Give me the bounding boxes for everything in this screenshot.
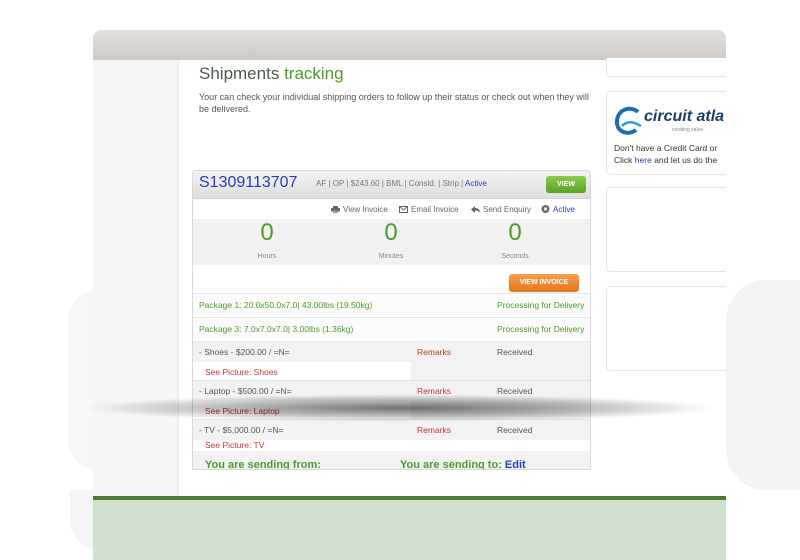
page-intro: Your can check your individual shipping … (199, 92, 589, 114)
sidebar-box-lower (606, 286, 726, 371)
status-active-label: Active (553, 205, 575, 214)
sidebar-box-top (606, 58, 726, 77)
minutes-label: Minutes (378, 253, 404, 260)
send-enquiry-link[interactable]: Send Enquiry (471, 205, 531, 214)
package-description: Package 3: 7.0x7.0x7.0| 3.00lbs (1.36kg) (199, 324, 354, 334)
countdown-timer: 0 Hours 0 Minutes 0 Seconds (193, 219, 590, 265)
seconds-label: Seconds (501, 253, 529, 260)
item-row: - Laptop - $500.00 / =N= Remarks Receive… (193, 380, 590, 401)
sending-to-label: You are sending to: (400, 459, 502, 470)
background-shape-right (726, 280, 800, 490)
item-description: - Laptop - $500.00 / =N= (199, 386, 292, 396)
promo-box: circuit atla creating value Don't have a… (606, 91, 726, 175)
envelope-icon (399, 206, 408, 213)
view-invoice-link[interactable]: View Invoice (331, 205, 388, 214)
item-description: - Shoes - $200.00 / =N= (199, 347, 290, 357)
promo-here-link[interactable]: here (635, 155, 652, 165)
see-picture-link[interactable]: See Picture: TV (205, 440, 264, 450)
page-title: Shipments tracking (199, 64, 344, 84)
package-row: Package 3: 7.0x7.0x7.0| 3.00lbs (1.36kg)… (193, 317, 590, 340)
circuit-logo-tagline: creating value (672, 127, 704, 133)
promo-click: Click (614, 155, 633, 165)
package-row: Package 1: 20.0x50.0x7.0| 43.00lbs (19.5… (193, 293, 590, 316)
countdown-hours: 0 Hours (207, 219, 327, 260)
sending-to: You are sending to: Edit (400, 459, 526, 470)
sending-row: You are sending from: You are sending to… (193, 451, 590, 470)
package-description: Package 1: 20.0x50.0x7.0| 43.00lbs (19.5… (199, 300, 373, 310)
countdown-seconds: 0 Seconds (455, 219, 575, 260)
credit-card-promo: Don't have a Credit Card or Click here a… (614, 142, 726, 166)
hours-value: 0 (260, 219, 274, 246)
package-status: Processing for Delivery (497, 324, 585, 334)
page-title-main: Shipments (199, 64, 280, 83)
item-picture-row: See Picture: Laptop (193, 401, 590, 420)
view-order-button[interactable]: VIEW (546, 176, 586, 193)
screenshot-stage: Shipments tracking Your can check your i… (0, 0, 800, 560)
shipment-header: S1309113707 AF | OP | $243.60 | BML | Co… (193, 171, 590, 199)
printer-icon (331, 206, 340, 213)
sending-from-label: You are sending from: (205, 459, 321, 470)
send-enquiry-label: Send Enquiry (483, 205, 532, 214)
page-title-accent: tracking (284, 64, 344, 83)
see-picture-link[interactable]: See Picture: Laptop (205, 406, 280, 416)
circuit-logo-icon (614, 106, 642, 135)
item-remarks-link[interactable]: Remarks (417, 386, 451, 396)
footer-area (93, 500, 726, 560)
item-status: Received (497, 347, 533, 357)
close-circle-icon (541, 205, 550, 213)
email-invoice-label: Email Invoice (411, 205, 459, 214)
browser-frame: Shipments tracking Your can check your i… (93, 30, 726, 560)
order-status[interactable]: Active (465, 179, 487, 188)
promo-line-1: Don't have a Credit Card or (614, 143, 718, 153)
view-invoice-label: View Invoice (343, 205, 388, 214)
minutes-value: 0 (384, 219, 398, 246)
order-meta-text: AF | OP | $243.60 | BML | Consld. | Stri… (316, 179, 464, 188)
circuit-logo-text: circuit atla (644, 108, 725, 125)
hours-label: Hours (257, 253, 277, 260)
edit-destination-link[interactable]: Edit (505, 459, 526, 469)
seconds-value: 0 (508, 219, 522, 246)
item-picture-row: See Picture: Shoes (193, 362, 590, 381)
sidebar-box-middle (606, 187, 726, 272)
window-top-bar (93, 30, 726, 60)
item-row: - Shoes - $200.00 / =N= Remarks Received (193, 341, 590, 362)
promo-line-2: Click here and let us do the (614, 154, 726, 166)
order-id[interactable]: S1309113707 (199, 174, 297, 192)
item-remarks-link[interactable]: Remarks (417, 347, 451, 357)
item-picture-row: See Picture: TV (193, 433, 590, 452)
left-rail (93, 60, 179, 498)
shipment-panel: S1309113707 AF | OP | $243.60 | BML | Co… (192, 170, 591, 470)
view-invoice-button[interactable]: VIEW INVOICE (509, 274, 579, 292)
circuit-logo: circuit atla creating value (614, 106, 726, 136)
email-invoice-link[interactable]: Email Invoice (399, 205, 459, 214)
see-picture-link[interactable]: See Picture: Shoes (205, 367, 278, 377)
promo-rest: and let us do the (654, 155, 718, 165)
countdown-minutes: 0 Minutes (331, 219, 451, 260)
package-status: Processing for Delivery (497, 300, 585, 310)
reply-arrow-icon (471, 206, 480, 213)
status-active-link[interactable]: Active (541, 205, 575, 214)
item-status: Received (497, 386, 533, 396)
order-meta: AF | OP | $243.60 | BML | Consld. | Stri… (316, 179, 487, 188)
